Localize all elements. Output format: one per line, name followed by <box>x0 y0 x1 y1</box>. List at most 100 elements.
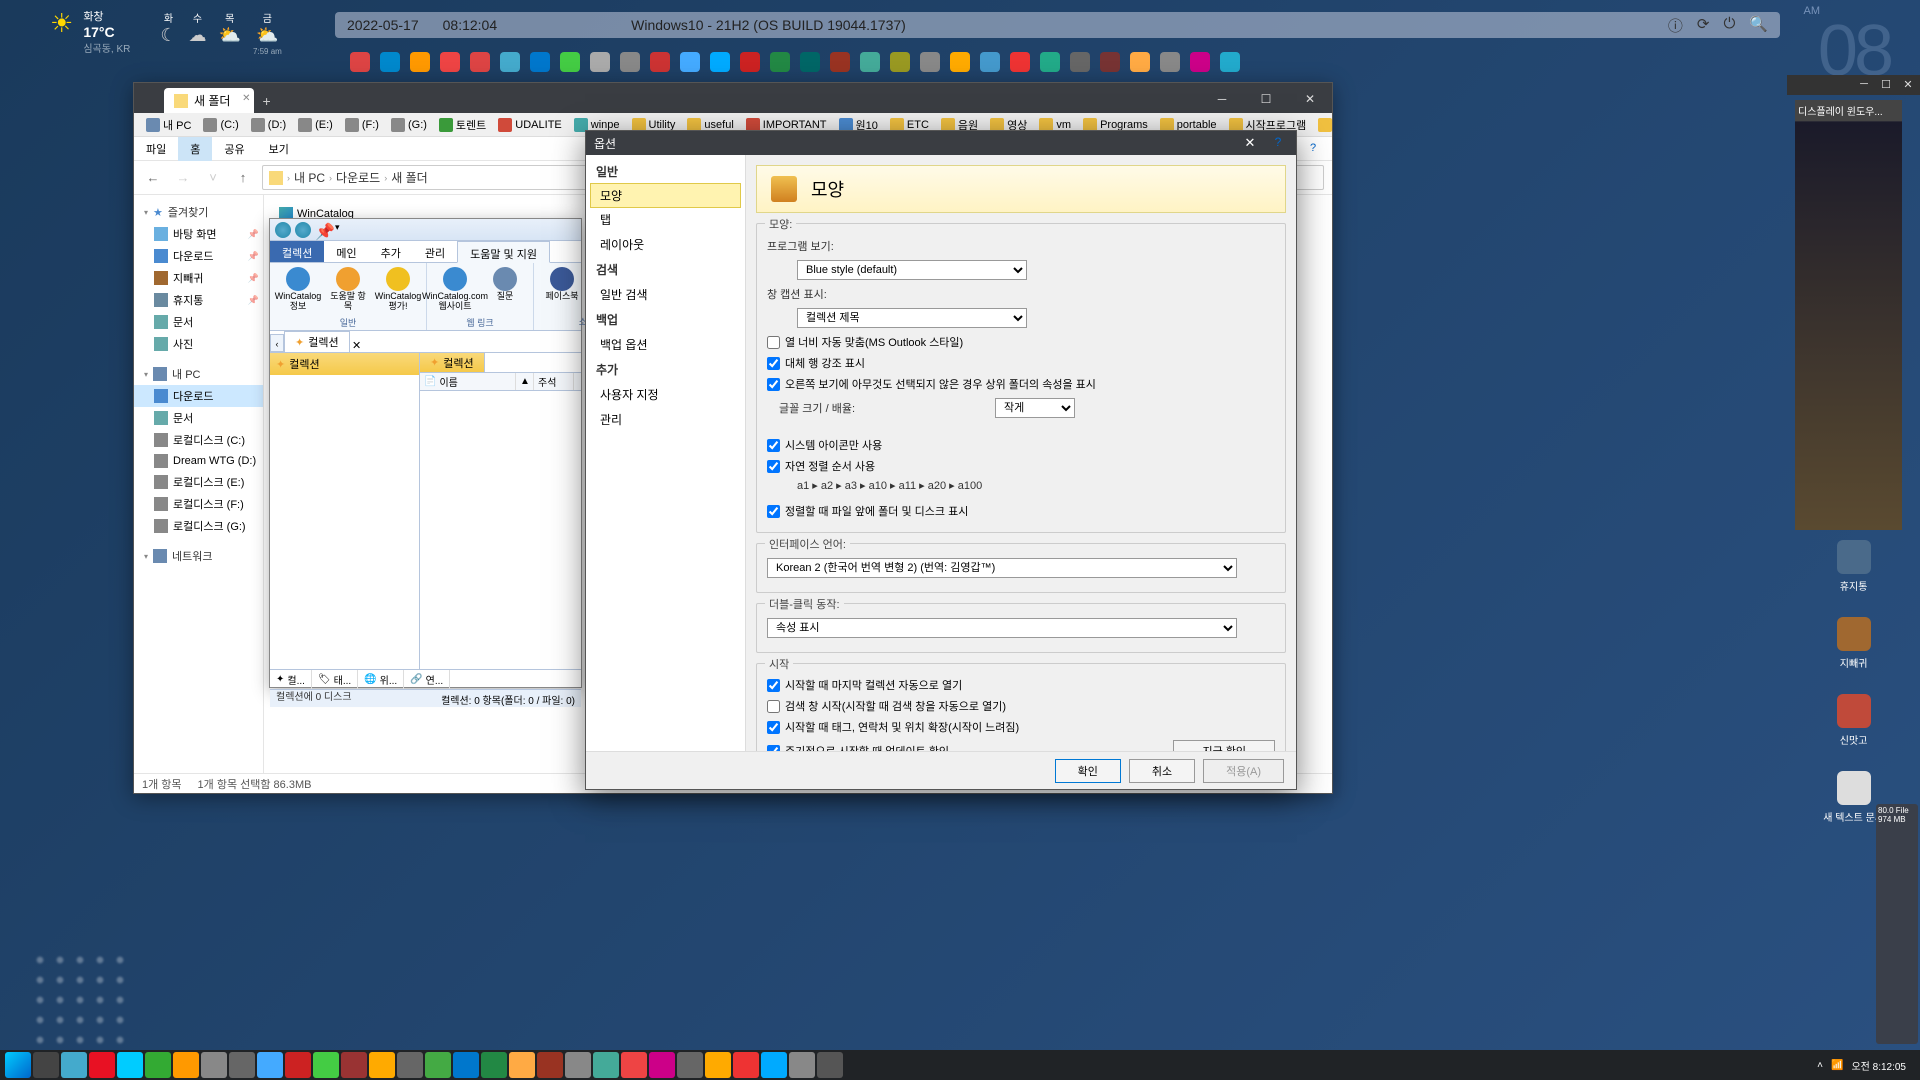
taskbar-app-icon[interactable] <box>33 1052 59 1078</box>
bookmark-item[interactable]: 토렌트 <box>435 115 490 135</box>
bookmark-item[interactable]: UDALITE <box>494 116 565 134</box>
apply-button[interactable]: 적용(A) <box>1203 759 1284 783</box>
collection-tree-pane[interactable]: ✦ 컬렉션 <box>270 353 420 669</box>
open-last-collection-checkbox[interactable] <box>767 679 780 692</box>
taskbar-app-icon[interactable] <box>817 1052 843 1078</box>
dock-app-icon[interactable] <box>1160 52 1180 72</box>
taskbar-app-icon[interactable] <box>397 1052 423 1078</box>
ribbon-tab[interactable]: 메인 <box>324 241 368 262</box>
taskbar-app-icon[interactable] <box>425 1052 451 1078</box>
taskbar-app-icon[interactable] <box>593 1052 619 1078</box>
options-nav-item[interactable]: 모양 <box>590 183 741 208</box>
refresh-icon[interactable]: ⟳ <box>1697 15 1710 36</box>
new-text[interactable]: 새 텍스트 문서 <box>1823 771 1884 824</box>
close-button[interactable]: ✕ <box>1288 85 1332 113</box>
tab-prev-icon[interactable]: ‹ <box>270 334 284 352</box>
nav-item[interactable]: 로컬디스크 (C:) <box>134 429 263 451</box>
dialog-titlebar[interactable]: 옵션 ✕ ? <box>586 131 1296 155</box>
appearance-checkbox[interactable] <box>767 357 780 370</box>
dock-app-icon[interactable] <box>980 52 1000 72</box>
taskbar-app-icon[interactable] <box>509 1052 535 1078</box>
nav-item[interactable]: 사진 <box>134 333 263 355</box>
taskbar-app-icon[interactable] <box>677 1052 703 1078</box>
taskbar-app-icon[interactable] <box>789 1052 815 1078</box>
taskbar-app-icon[interactable] <box>117 1052 143 1078</box>
nav-item[interactable]: 다운로드 <box>134 385 263 407</box>
taskbar-app-icon[interactable] <box>761 1052 787 1078</box>
taskbar-app-icon[interactable] <box>621 1052 647 1078</box>
caption-select[interactable]: 컬렉션 제목 <box>797 308 1027 328</box>
ribbon-button[interactable]: 도움말 항목 <box>324 265 372 314</box>
options-nav-item[interactable]: 탭 <box>586 207 745 232</box>
minimize-icon[interactable]: ─ <box>1855 78 1873 92</box>
tray-time[interactable]: 오전 8:12:05 <box>1851 1058 1906 1073</box>
options-nav-item[interactable]: 일반 검색 <box>586 282 745 307</box>
dock-app-icon[interactable] <box>890 52 910 72</box>
start-button[interactable] <box>5 1052 31 1078</box>
maximize-icon[interactable]: ☐ <box>1877 78 1895 92</box>
dock-app-icon[interactable] <box>1100 52 1120 72</box>
menu-공유[interactable]: 공유 <box>212 137 256 161</box>
dock-app-icon[interactable] <box>470 52 490 72</box>
menu-홈[interactable]: 홈 <box>178 137 212 161</box>
dock-app-icon[interactable] <box>950 52 970 72</box>
search-icon[interactable]: 🔍 <box>1749 15 1768 36</box>
dock-app-icon[interactable] <box>1070 52 1090 72</box>
taskbar-app-icon[interactable] <box>257 1052 283 1078</box>
collection-list-tab[interactable]: ✦ 컬렉션 <box>420 353 485 372</box>
minimize-button[interactable]: ─ <box>1200 85 1244 113</box>
bookmark-item[interactable]: (C:) <box>199 116 242 134</box>
program-view-select[interactable]: Blue style (default) <box>797 260 1027 280</box>
nav-item[interactable]: 로컬디스크 (G:) <box>134 515 263 537</box>
dock-app-icon[interactable] <box>590 52 610 72</box>
dialog-close-icon[interactable]: ✕ <box>1232 135 1268 151</box>
dock-app-icon[interactable] <box>560 52 580 72</box>
dock-app-icon[interactable] <box>710 52 730 72</box>
power-icon[interactable]: ⏻ <box>1723 15 1735 36</box>
tab-close-icon[interactable]: ✕ <box>242 93 250 104</box>
ribbon-button[interactable]: 질문 <box>481 265 529 314</box>
dock-app-icon[interactable] <box>530 52 550 72</box>
network-header[interactable]: 네트워크 <box>134 545 263 567</box>
taskbar-app-icon[interactable] <box>453 1052 479 1078</box>
quick-access-header[interactable]: ★ 즐겨찾기 <box>134 201 263 223</box>
ribbon-tab[interactable]: 관리 <box>413 241 457 262</box>
column-header[interactable]: 주석 <box>534 373 574 390</box>
options-nav-item[interactable]: 관리 <box>586 407 745 432</box>
ribbon-button[interactable]: WinCatalog 정보 <box>274 265 322 314</box>
taskbar-app-icon[interactable] <box>89 1052 115 1078</box>
ribbon-tab[interactable]: 도움말 및 지원 <box>457 241 550 263</box>
taskbar-app-icon[interactable] <box>201 1052 227 1078</box>
taskbar-app-icon[interactable] <box>565 1052 591 1078</box>
check-updates-checkbox[interactable] <box>767 745 780 752</box>
system-icons-checkbox[interactable] <box>767 439 780 452</box>
help-icon[interactable]: ? <box>1310 142 1324 156</box>
tab-close-icon[interactable]: ✕ <box>350 339 364 352</box>
taskbar-app-icon[interactable] <box>313 1052 339 1078</box>
dock-app-icon[interactable] <box>920 52 940 72</box>
maximize-button[interactable]: ☐ <box>1244 85 1288 113</box>
taskbar-app-icon[interactable] <box>649 1052 675 1078</box>
info-icon[interactable]: ⓘ <box>1668 15 1683 36</box>
bottom-tab[interactable]: 🔗연... <box>404 670 450 689</box>
menu-보기[interactable]: 보기 <box>257 137 301 161</box>
open-search-checkbox[interactable] <box>767 700 780 713</box>
dialog-help-icon[interactable]: ? <box>1268 135 1288 151</box>
column-header[interactable]: 📄이름 <box>420 373 516 390</box>
nav-item[interactable]: 바탕 화면 <box>134 223 263 245</box>
dock-app-icon[interactable] <box>680 52 700 72</box>
taskbar-app-icon[interactable] <box>537 1052 563 1078</box>
taskbar-app-icon[interactable] <box>733 1052 759 1078</box>
taskbar-app-icon[interactable] <box>285 1052 311 1078</box>
appearance-checkbox[interactable] <box>767 336 780 349</box>
dock-app-icon[interactable] <box>1010 52 1030 72</box>
menu-파일[interactable]: 파일 <box>134 137 178 161</box>
dock-app-icon[interactable] <box>500 52 520 72</box>
taskbar-app-icon[interactable] <box>341 1052 367 1078</box>
options-nav-item[interactable]: 사용자 지정 <box>586 382 745 407</box>
check-now-button[interactable]: 지금 확인 <box>1173 740 1275 751</box>
app-sinmatgo[interactable]: 신맛고 <box>1837 694 1871 747</box>
explorer-titlebar[interactable]: 새 폴더 ✕ + ─ ☐ ✕ <box>134 83 1332 113</box>
nav-item[interactable]: 로컬디스크 (E:) <box>134 471 263 493</box>
reload-icon[interactable] <box>275 222 291 238</box>
